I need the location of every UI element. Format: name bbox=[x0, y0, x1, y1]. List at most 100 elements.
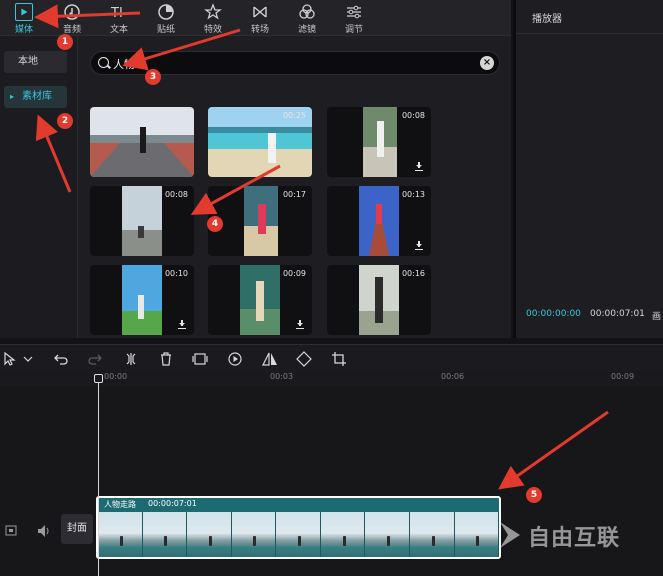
annotation-badge: 5 bbox=[526, 487, 542, 503]
transition-icon bbox=[253, 6, 267, 18]
annotation-badge: 1 bbox=[57, 34, 73, 50]
total-timecode: 00:00:07:01 bbox=[590, 309, 645, 319]
search-input[interactable]: 人物 bbox=[113, 56, 135, 72]
track-lock-icon[interactable] bbox=[4, 519, 18, 543]
effects-icon bbox=[204, 3, 222, 20]
media-sidebar: 本地 素材库 bbox=[0, 37, 78, 338]
clear-search-button[interactable]: × bbox=[480, 56, 494, 70]
media-item[interactable]: 00:08 bbox=[327, 107, 431, 177]
media-icon bbox=[15, 3, 33, 21]
mirror-icon[interactable] bbox=[262, 351, 278, 367]
text-icon: TI bbox=[110, 6, 123, 21]
tab-label: 音频 bbox=[62, 25, 81, 35]
clip-frame bbox=[320, 512, 366, 557]
tab-transition[interactable]: 转场 bbox=[238, 0, 282, 36]
clip-frame bbox=[98, 512, 143, 557]
duration-label: 00:16 bbox=[401, 269, 425, 278]
clip-duration: 00:00:07:01 bbox=[148, 499, 197, 508]
thumbnail-image bbox=[90, 107, 194, 177]
clip-title: 人物走路 bbox=[104, 500, 136, 509]
adjust-icon bbox=[347, 5, 361, 19]
watermark-logo: 自由互联 bbox=[492, 514, 660, 558]
main-toolbar: 媒体 音频 TI 文本 贴纸 特效 转场 滤镜 调节 bbox=[0, 0, 511, 36]
tab-effects[interactable]: 特效 bbox=[191, 0, 235, 36]
media-item[interactable]: 00:13 bbox=[327, 186, 431, 256]
rotate-icon[interactable] bbox=[296, 351, 312, 367]
tab-text[interactable]: TI 文本 bbox=[97, 0, 141, 36]
current-timecode: 00:00:00:00 bbox=[526, 309, 581, 319]
tab-label: 文本 bbox=[109, 25, 128, 35]
media-item[interactable] bbox=[90, 107, 194, 177]
play-circle-icon[interactable] bbox=[227, 351, 243, 367]
clip-frame bbox=[142, 512, 188, 557]
playhead-handle[interactable] bbox=[94, 374, 103, 383]
aspect-label[interactable]: 画 bbox=[652, 309, 661, 322]
ruler-tick: 00:06 bbox=[441, 372, 465, 381]
timeline-toolbar bbox=[0, 344, 663, 372]
tab-label: 特效 bbox=[203, 25, 222, 35]
tab-label: 转场 bbox=[250, 25, 269, 35]
media-panel: 媒体 音频 TI 文本 贴纸 特效 转场 滤镜 调节 本地 ▸ 素材库 人物 ×… bbox=[0, 0, 511, 338]
download-icon[interactable] bbox=[415, 241, 423, 250]
tab-audio[interactable]: 音频 bbox=[50, 0, 94, 36]
media-item[interactable]: 00:09 bbox=[208, 265, 312, 335]
redo-icon[interactable] bbox=[87, 351, 103, 367]
cover-button[interactable]: 封面 bbox=[61, 514, 93, 544]
tab-adjust[interactable]: 调节 bbox=[332, 0, 376, 36]
media-item[interactable]: 00:16 bbox=[327, 265, 431, 335]
sticker-icon bbox=[158, 4, 174, 20]
tab-label: 滤镜 bbox=[297, 25, 316, 35]
player-title: 播放器 bbox=[532, 14, 562, 25]
ruler-tick: 00:03 bbox=[270, 372, 294, 381]
editor-window: 媒体 音频 TI 文本 贴纸 特效 转场 滤镜 调节 本地 ▸ 素材库 人物 ×… bbox=[0, 0, 663, 576]
ruler-tick: 00:00 bbox=[104, 372, 128, 381]
divider bbox=[516, 33, 663, 34]
tab-label: 贴纸 bbox=[156, 25, 175, 35]
duration-label: 00:25 bbox=[282, 111, 306, 120]
annotation-badge: 2 bbox=[57, 113, 73, 129]
split-icon[interactable] bbox=[123, 351, 139, 367]
watermark-icon bbox=[500, 522, 520, 548]
audio-icon bbox=[64, 4, 80, 20]
download-icon[interactable] bbox=[178, 320, 186, 329]
player-panel: 播放器 00:00:00:00 00:00:07:01 画 bbox=[513, 0, 663, 338]
select-tool-icon[interactable] bbox=[2, 351, 18, 367]
tab-label: 媒体 bbox=[14, 25, 33, 35]
clip-frame bbox=[231, 512, 277, 557]
media-item[interactable]: 00:25 bbox=[208, 107, 312, 177]
duration-label: 00:08 bbox=[164, 190, 188, 199]
tab-sticker[interactable]: 贴纸 bbox=[144, 0, 188, 36]
duration-label: 00:10 bbox=[164, 269, 188, 278]
duration-label: 00:09 bbox=[282, 269, 306, 278]
tab-filter[interactable]: 滤镜 bbox=[285, 0, 329, 36]
duration-label: 00:13 bbox=[401, 190, 425, 199]
tab-label: 调节 bbox=[344, 25, 363, 35]
download-icon[interactable] bbox=[296, 320, 304, 329]
media-item[interactable]: 00:08 bbox=[90, 186, 194, 256]
volume-icon[interactable] bbox=[36, 519, 50, 543]
duration-label: 00:17 bbox=[282, 190, 306, 199]
download-icon[interactable] bbox=[415, 162, 423, 171]
media-item[interactable]: 00:17 bbox=[208, 186, 312, 256]
svg-text:TI: TI bbox=[110, 6, 123, 21]
tab-media[interactable]: 媒体 bbox=[2, 0, 46, 36]
freeze-frame-icon[interactable] bbox=[192, 351, 208, 367]
ruler-tick: 00:09 bbox=[611, 372, 635, 381]
filter-icon bbox=[299, 4, 315, 19]
video-clip[interactable]: 人物走路 00:00:07:01 bbox=[96, 496, 501, 559]
undo-icon[interactable] bbox=[53, 351, 69, 367]
delete-icon[interactable] bbox=[158, 351, 174, 367]
clip-frames bbox=[98, 512, 499, 557]
crop-icon[interactable] bbox=[331, 351, 347, 367]
playhead[interactable] bbox=[98, 374, 99, 576]
sidebar-item-local[interactable]: 本地 bbox=[4, 51, 67, 73]
media-item[interactable]: 00:10 bbox=[90, 265, 194, 335]
sidebar-item-library[interactable]: 素材库 bbox=[4, 86, 67, 108]
watermark-text: 自由互联 bbox=[528, 526, 621, 551]
annotation-badge: 4 bbox=[207, 216, 223, 232]
search-icon bbox=[98, 57, 109, 68]
clip-frame bbox=[187, 512, 232, 557]
annotation-badge: 3 bbox=[145, 69, 161, 85]
clip-frame bbox=[365, 512, 410, 557]
chevron-down-icon[interactable] bbox=[22, 351, 34, 367]
